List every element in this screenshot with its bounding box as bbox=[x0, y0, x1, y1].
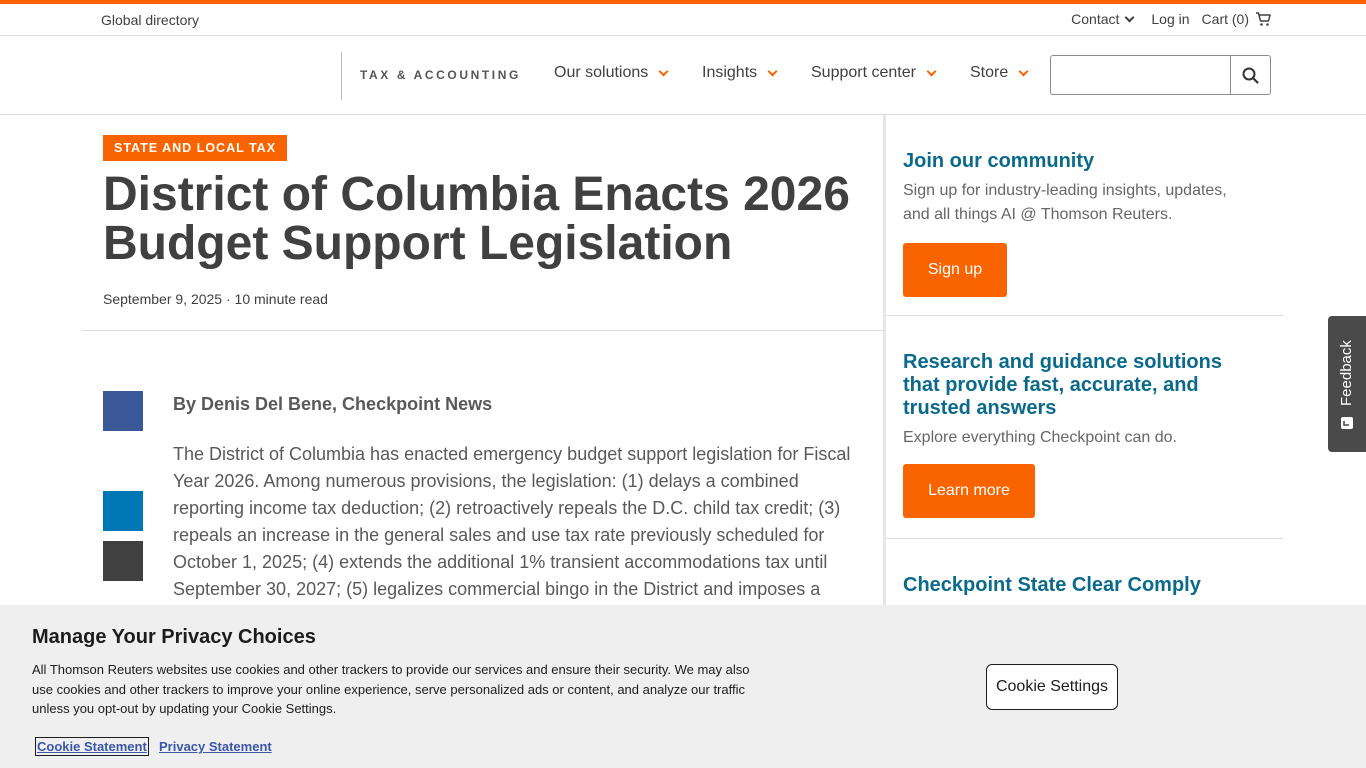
privacy-statement-link[interactable]: Privacy Statement bbox=[159, 739, 272, 754]
nav-item-label: Store bbox=[970, 64, 1009, 81]
sidebar-checkpoint-promo: Research and guidance solutions that pro… bbox=[903, 351, 1243, 518]
sign-up-button[interactable]: Sign up bbox=[903, 243, 1007, 297]
sidebar-divider-1 bbox=[886, 315, 1283, 316]
global-directory-link[interactable]: Global directory bbox=[101, 12, 199, 28]
article-title: District of Columbia Enacts 2026 Budget … bbox=[103, 168, 850, 270]
read-time: 10 minute read bbox=[234, 291, 328, 307]
nav-item-label: Insights bbox=[702, 64, 758, 81]
utility-right: Contact Log in Cart (0) bbox=[1071, 11, 1271, 27]
sidebar-state-clear-comply: Checkpoint State Clear Comply bbox=[903, 574, 1243, 597]
utility-bar: Global directory Contact Log in Cart (0) bbox=[0, 4, 1366, 36]
category-tag[interactable]: STATE AND LOCAL TAX bbox=[103, 135, 288, 161]
article-date: September 9, 2025 bbox=[103, 291, 223, 307]
nav-divider bbox=[341, 52, 342, 100]
cart-link[interactable]: Cart (0) bbox=[1202, 11, 1271, 27]
cart-label: Cart (0) bbox=[1201, 11, 1249, 27]
brand-label[interactable]: TAX & ACCOUNTING bbox=[360, 68, 521, 82]
search-button[interactable] bbox=[1231, 56, 1270, 94]
feedback-icon bbox=[1341, 417, 1353, 429]
article-divider bbox=[82, 330, 883, 331]
login-link[interactable]: Log in bbox=[1151, 11, 1189, 27]
cookie-text: All Thomson Reuters websites use cookies… bbox=[32, 662, 750, 716]
chevron-down-icon bbox=[926, 66, 937, 76]
sidebar-text: Explore everything Checkpoint can do. bbox=[903, 429, 1177, 446]
sidebar-heading[interactable]: Research and guidance solutions that pro… bbox=[903, 351, 1233, 420]
sidebar-divider bbox=[883, 115, 886, 605]
main-navigation: TAX & ACCOUNTING Our solutions Insights … bbox=[0, 36, 1366, 115]
facebook-icon[interactable] bbox=[103, 391, 143, 431]
sidebar-heading[interactable]: Join our community bbox=[903, 150, 1243, 173]
feedback-label: Feedback bbox=[1338, 340, 1355, 406]
email-icon[interactable] bbox=[103, 541, 143, 581]
meta-separator: · bbox=[225, 291, 231, 307]
nav-item-insights[interactable]: Insights bbox=[702, 64, 778, 82]
nav-item-store[interactable]: Store bbox=[970, 64, 1029, 82]
chevron-down-icon bbox=[1124, 12, 1135, 22]
contact-label: Contact bbox=[1071, 11, 1120, 27]
article-byline: By Denis Del Bene, Checkpoint News bbox=[173, 394, 493, 414]
contact-menu[interactable]: Contact bbox=[1071, 11, 1135, 27]
cookie-statement-link[interactable]: Cookie Statement bbox=[35, 737, 149, 756]
search-icon bbox=[1242, 67, 1259, 84]
chevron-down-icon bbox=[658, 66, 669, 76]
sidebar-join-community: Join our community Sign up for industry-… bbox=[903, 150, 1243, 297]
nav-item-label: Our solutions bbox=[554, 64, 649, 81]
article-body: The District of Columbia has enacted eme… bbox=[173, 444, 851, 599]
chevron-down-icon bbox=[767, 66, 778, 76]
article-meta: September 9, 2025 · 10 minute read bbox=[103, 291, 328, 307]
learn-more-button[interactable]: Learn more bbox=[903, 464, 1035, 518]
cookie-title: Manage Your Privacy Choices bbox=[32, 626, 316, 648]
linkedin-icon[interactable] bbox=[103, 491, 143, 531]
search-box bbox=[1050, 55, 1271, 95]
nav-item-support-center[interactable]: Support center bbox=[811, 64, 937, 82]
cookie-settings-button[interactable]: Cookie Settings bbox=[986, 664, 1118, 710]
feedback-tab[interactable]: Feedback bbox=[1328, 316, 1366, 452]
cookie-banner: Manage Your Privacy Choices All Thomson … bbox=[0, 605, 1366, 768]
chevron-down-icon bbox=[1018, 66, 1029, 76]
cart-icon bbox=[1256, 12, 1271, 26]
search-input[interactable] bbox=[1051, 56, 1231, 94]
sidebar-heading[interactable]: Checkpoint State Clear Comply bbox=[903, 574, 1243, 597]
nav-item-our-solutions[interactable]: Our solutions bbox=[554, 64, 669, 82]
nav-item-label: Support center bbox=[811, 64, 916, 81]
sidebar-text: Sign up for industry-leading insights, u… bbox=[903, 182, 1227, 223]
sidebar-divider-2 bbox=[886, 538, 1283, 539]
